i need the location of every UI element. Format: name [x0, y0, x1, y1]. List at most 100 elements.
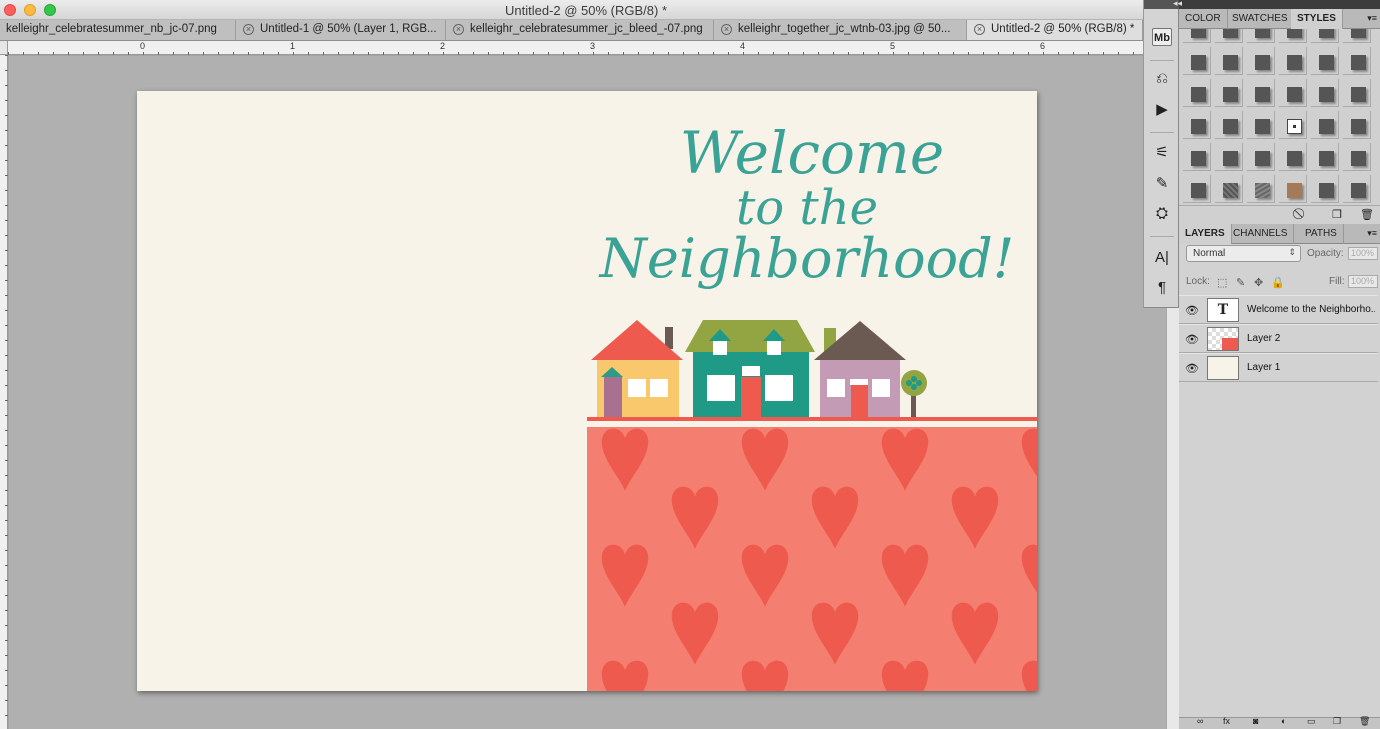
panel-menu-icon[interactable]: ▾≡: [1367, 228, 1377, 239]
tree: [901, 370, 927, 417]
group-icon[interactable]: ▭: [1307, 716, 1316, 727]
tool-presets-icon[interactable]: ⚟: [1152, 144, 1172, 162]
lock-paint-icon[interactable]: ✎: [1236, 276, 1245, 289]
style-swatch[interactable]: [1311, 111, 1339, 139]
style-swatch[interactable]: [1215, 29, 1243, 43]
style-swatch[interactable]: [1183, 143, 1211, 171]
style-swatch[interactable]: [1343, 111, 1371, 139]
fx-icon[interactable]: fx: [1223, 716, 1230, 726]
title-bar: Untitled-2 @ 50% (RGB/8) *: [0, 0, 1143, 20]
fill-field[interactable]: 100%: [1348, 275, 1378, 288]
style-swatch[interactable]: [1247, 143, 1275, 171]
document-tab-2[interactable]: × Untitled-1 @ 50% (Layer 1, RGB...: [236, 20, 446, 40]
document-canvas[interactable]: Welcome to the Neighborhood!: [137, 91, 1037, 691]
tab-styles[interactable]: STYLES: [1291, 9, 1343, 29]
style-swatch[interactable]: [1215, 111, 1243, 139]
teal-house: [685, 320, 815, 417]
tab-paths[interactable]: PATHS: [1299, 224, 1344, 244]
style-swatch[interactable]: [1343, 143, 1371, 171]
visibility-eye-icon[interactable]: 👁: [1185, 304, 1199, 317]
style-swatch[interactable]: [1279, 79, 1307, 107]
style-swatch[interactable]: [1247, 175, 1275, 203]
panel-grip-bar[interactable]: ◂◂: [1173, 0, 1380, 9]
new-layer-icon[interactable]: ❐: [1333, 716, 1341, 727]
mini-bridge-icon[interactable]: Mb: [1152, 28, 1172, 46]
style-swatch[interactable]: [1247, 29, 1275, 43]
style-swatch[interactable]: [1311, 47, 1339, 75]
tab-close-icon[interactable]: ×: [243, 24, 254, 35]
link-layers-icon[interactable]: ∞: [1197, 716, 1203, 726]
style-swatch[interactable]: [1215, 79, 1243, 107]
adjustment-icon[interactable]: ◐: [1281, 716, 1286, 726]
tab-swatches[interactable]: SWATCHES: [1226, 9, 1295, 29]
horizontal-ruler[interactable]: 0 1 2 3 4 5 6: [8, 41, 1166, 55]
style-swatch[interactable]: [1279, 143, 1307, 171]
visibility-eye-icon[interactable]: 👁: [1185, 362, 1199, 375]
style-swatch[interactable]: [1343, 47, 1371, 75]
style-swatch[interactable]: [1247, 79, 1275, 107]
style-swatch[interactable]: [1215, 175, 1243, 203]
history-icon[interactable]: ⎌: [1152, 70, 1172, 88]
layer-row[interactable]: 👁 Layer 1: [1179, 353, 1378, 382]
blend-mode-select[interactable]: Normal ⇕: [1186, 245, 1301, 262]
tab-label: kelleighr_together_jc_wtnb-03.jpg @ 50..…: [738, 23, 951, 35]
new-style-icon[interactable]: ❐: [1332, 208, 1342, 221]
window-title: Untitled-2 @ 50% (RGB/8) *: [504, 3, 668, 18]
clone-source-icon[interactable]: ⛭: [1152, 205, 1172, 223]
character-icon[interactable]: A|: [1152, 249, 1172, 267]
style-swatch[interactable]: [1279, 47, 1307, 75]
tab-close-icon[interactable]: ×: [721, 24, 732, 35]
style-swatch[interactable]: [1279, 111, 1307, 139]
style-swatch[interactable]: [1183, 47, 1211, 75]
mask-icon[interactable]: ◙: [1253, 716, 1258, 726]
tab-layers[interactable]: LAYERS: [1179, 224, 1232, 244]
tab-channels[interactable]: CHANNELS: [1227, 224, 1295, 244]
actions-icon[interactable]: ▶: [1152, 101, 1172, 119]
brush-icon[interactable]: ✎: [1152, 175, 1172, 193]
ruler-ticks: [8, 52, 1164, 55]
layer-row[interactable]: 👁 T Welcome to the Neighborho...: [1179, 295, 1378, 324]
style-swatch[interactable]: [1311, 79, 1339, 107]
ruler-corner[interactable]: [0, 41, 8, 55]
style-swatch[interactable]: [1247, 47, 1275, 75]
style-swatch[interactable]: [1215, 143, 1243, 171]
style-swatch[interactable]: [1311, 29, 1339, 43]
panel-menu-icon[interactable]: ▾≡: [1367, 13, 1377, 24]
style-swatch[interactable]: [1343, 79, 1371, 107]
tab-close-icon[interactable]: ×: [453, 24, 464, 35]
style-swatch[interactable]: [1343, 29, 1371, 43]
style-swatch[interactable]: [1183, 29, 1211, 43]
style-swatch[interactable]: [1247, 111, 1275, 139]
style-swatch[interactable]: [1183, 111, 1211, 139]
layer-name: Layer 1: [1247, 362, 1281, 373]
style-swatch[interactable]: [1183, 175, 1211, 203]
vertical-ruler[interactable]: [0, 55, 8, 729]
style-swatch[interactable]: [1279, 29, 1307, 43]
trash-icon[interactable]: 🗑: [1360, 208, 1374, 221]
delete-layer-icon[interactable]: 🗑: [1359, 716, 1370, 727]
lock-all-icon[interactable]: 🔒: [1271, 276, 1285, 289]
document-tab-1[interactable]: kelleighr_celebratesummer_nb_jc-07.png: [0, 20, 236, 40]
document-tab-3[interactable]: × kelleighr_celebratesummer_jc_bleed_-07…: [446, 20, 714, 40]
style-swatch[interactable]: [1343, 175, 1371, 203]
visibility-eye-icon[interactable]: 👁: [1185, 333, 1199, 346]
lock-position-icon[interactable]: ✥: [1254, 276, 1263, 289]
tab-close-icon[interactable]: ×: [974, 24, 985, 35]
layers-panel: LAYERS CHANNELS PATHS ▾≡ Normal ⇕ Opacity…: [1179, 224, 1380, 729]
fill-label: Fill:: [1329, 276, 1345, 287]
layers-footer: ∞ fx ◙ ◐ ▭ ❐ 🗑: [1179, 716, 1380, 729]
tab-color[interactable]: COLOR: [1179, 9, 1228, 29]
layer-row[interactable]: 👁 Layer 2: [1179, 324, 1378, 353]
style-swatch[interactable]: [1215, 47, 1243, 75]
ruler-mark: 5: [890, 41, 896, 51]
document-tab-4[interactable]: × kelleighr_together_jc_wtnb-03.jpg @ 50…: [714, 20, 967, 40]
opacity-field[interactable]: 100%: [1348, 247, 1378, 260]
paragraph-icon[interactable]: ¶: [1152, 279, 1172, 297]
lock-transparent-icon[interactable]: ⬚: [1217, 276, 1227, 289]
style-swatch[interactable]: [1279, 175, 1307, 203]
fill-layer-thumb: [1207, 356, 1239, 380]
style-swatch[interactable]: [1311, 175, 1339, 203]
style-swatch[interactable]: [1311, 143, 1339, 171]
document-tab-5[interactable]: × Untitled-2 @ 50% (RGB/8) *: [967, 20, 1143, 40]
style-swatch[interactable]: [1183, 79, 1211, 107]
